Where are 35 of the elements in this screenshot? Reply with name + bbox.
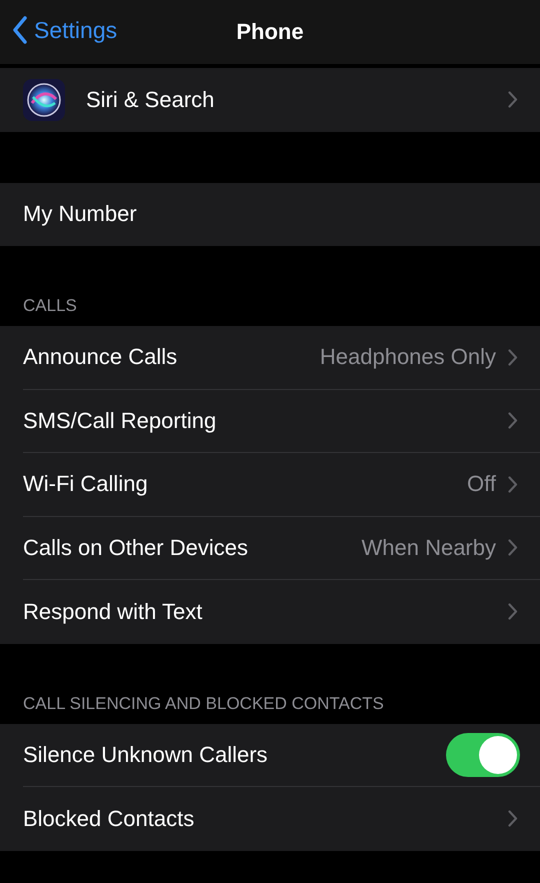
chevron-icon [508, 539, 518, 556]
settings-row[interactable]: Announce Calls Headphones Only [0, 326, 540, 390]
siri-icon [23, 78, 65, 121]
chevron-icon [508, 91, 518, 108]
settings-row[interactable]: Respond with Text [0, 580, 540, 644]
settings-row[interactable]: Silence Unknown Callers [0, 724, 540, 787]
row-label: Wi-Fi Calling [23, 471, 149, 498]
row-value: Headphones Only [320, 344, 496, 370]
chevron-icon [508, 476, 518, 493]
toggle-switch[interactable] [446, 732, 520, 777]
chevron-icon [508, 412, 518, 430]
row-value: When Nearby [361, 534, 496, 561]
row-value: Off [467, 471, 496, 498]
back-chevron-icon [12, 16, 28, 44]
back-button[interactable]: Settings [10, 14, 120, 46]
chevron-icon [508, 348, 518, 366]
row-label: My Number [23, 201, 138, 228]
section-header: CALLS [22, 295, 78, 317]
row-label: Silence Unknown Callers [23, 742, 269, 768]
settings-row[interactable]: Calls on Other Devices When Nearby [0, 516, 540, 580]
row-label: Blocked Contacts [23, 806, 196, 832]
row-label: SMS/Call Reporting [23, 408, 218, 434]
row-label: Siri & Search [86, 86, 216, 113]
row-label: Calls on Other Devices [23, 534, 249, 561]
row-label: Announce Calls [23, 344, 178, 370]
settings-row[interactable]: Wi-Fi Calling Off [0, 453, 540, 516]
row-label: Respond with Text [23, 598, 204, 625]
chevron-icon [508, 603, 518, 620]
settings-row[interactable]: My Number [0, 182, 540, 246]
page-title: Phone [236, 19, 304, 45]
settings-row[interactable]: Blocked Contacts [0, 787, 540, 850]
chevron-icon [508, 810, 518, 828]
settings-row[interactable]: SMS/Call Reporting [0, 390, 540, 453]
settings-row[interactable]: Siri & Search [0, 68, 540, 132]
section-header: CALL SILENCING AND BLOCKED CONTACTS [22, 692, 385, 714]
